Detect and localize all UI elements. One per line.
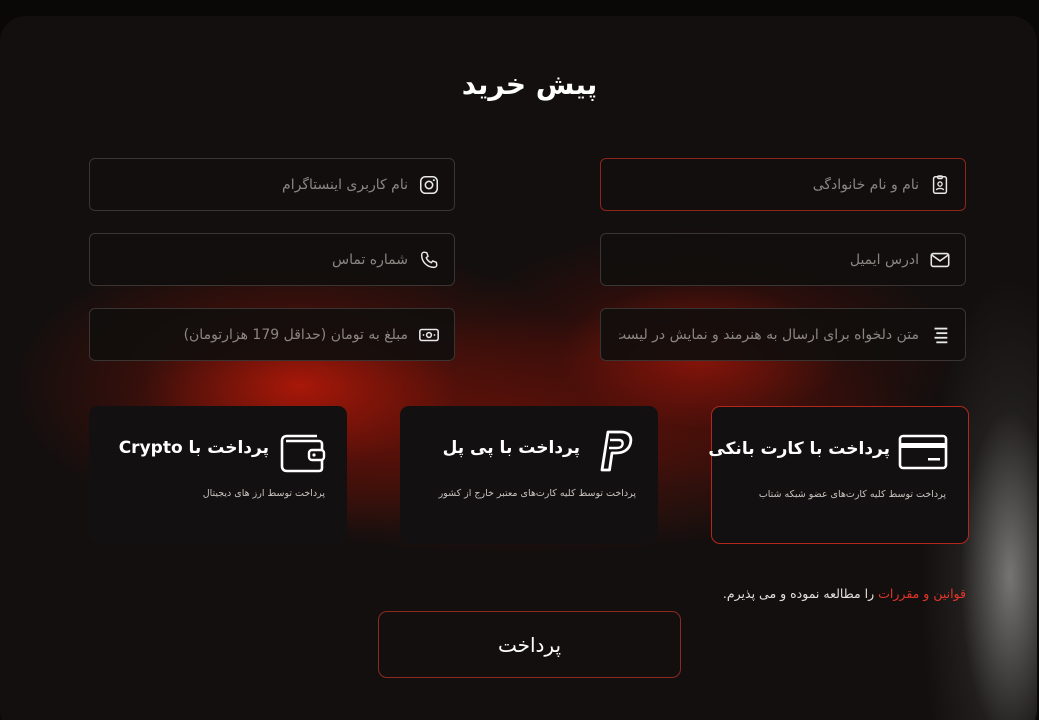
- full-name-input[interactable]: [617, 159, 921, 211]
- email-input[interactable]: [617, 234, 921, 286]
- phone-icon: [420, 251, 438, 269]
- payment-card-description: پرداخت توسط کلیه کارت‌های معتبر خارج از …: [438, 488, 636, 499]
- payment-card-title: پرداخت با کارت بانکی: [708, 439, 890, 459]
- submit-payment-button[interactable]: پرداخت: [378, 611, 681, 678]
- id-badge-icon: [932, 175, 948, 194]
- envelope-icon: [930, 252, 950, 268]
- page: پیش خرید نام و نام خانوادگی نام کاربری ا…: [0, 0, 1039, 720]
- payment-card-title: پرداخت با Crypto: [118, 438, 269, 458]
- cash-icon: [419, 328, 439, 342]
- terms-text: را مطالعه نموده و می پذیرم.: [722, 586, 879, 601]
- terms-agreement: قوانین و مقررات را مطالعه نموده و می پذی…: [723, 586, 966, 601]
- pre-order-panel: پیش خرید نام و نام خانوادگی نام کاربری ا…: [0, 16, 1037, 720]
- full-name-field-wrapper: [600, 158, 966, 211]
- payment-card-crypto[interactable]: پرداخت با Crypto پرداخت توسط ارز های دیج…: [89, 406, 347, 544]
- instagram-icon: [419, 175, 439, 195]
- payment-card-title: پرداخت با پی پل: [442, 438, 580, 458]
- phone-field-wrapper: [89, 233, 455, 286]
- message-input[interactable]: [617, 309, 921, 361]
- payment-card-description: پرداخت توسط ارز های دیجیتال: [202, 488, 325, 499]
- paypal-icon: [600, 430, 633, 472]
- payment-card-description: پرداخت توسط کلیه کارت‌های عضو شبکه شتاب: [758, 489, 946, 500]
- wallet-icon: [280, 434, 326, 473]
- phone-input[interactable]: [106, 234, 410, 286]
- instagram-field-wrapper: [89, 158, 455, 211]
- instagram-input[interactable]: [106, 159, 410, 211]
- message-field-wrapper: [600, 308, 966, 361]
- credit-card-icon: [898, 434, 948, 470]
- payment-card-bank[interactable]: پرداخت با کارت بانکی پرداخت توسط کلیه کا…: [708, 406, 969, 544]
- amount-input[interactable]: [106, 309, 410, 361]
- email-field-wrapper: [600, 233, 966, 286]
- page-title: پیش خرید: [461, 68, 598, 101]
- text-lines-icon: [934, 327, 948, 344]
- payment-card-paypal[interactable]: پرداخت با پی پل پرداخت توسط کلیه کارت‌ها…: [400, 406, 658, 544]
- terms-link[interactable]: قوانین و مقررات: [878, 586, 966, 601]
- amount-field-wrapper: [89, 308, 455, 361]
